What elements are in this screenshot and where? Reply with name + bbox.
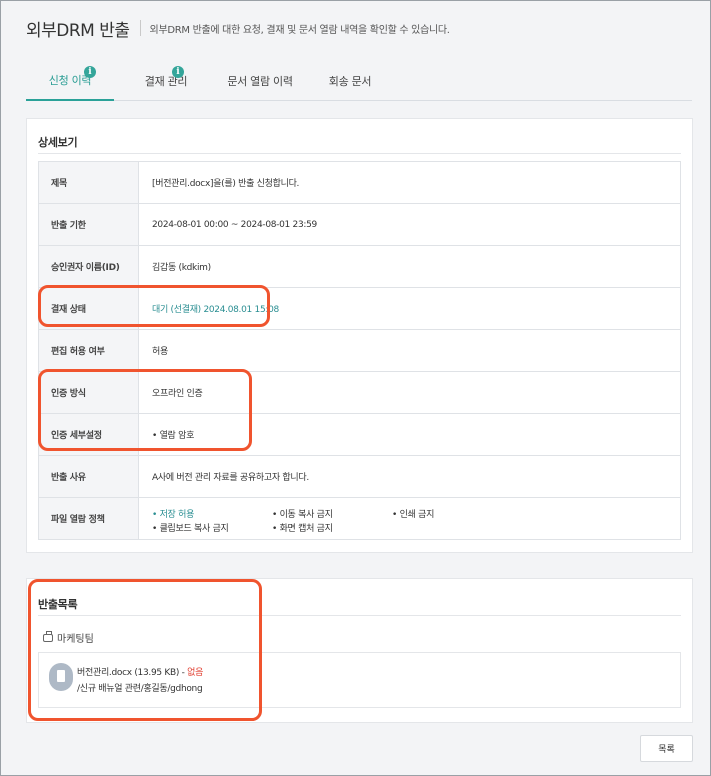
tab-label: 문서 열람 이력 [227, 74, 293, 88]
file-item[interactable]: 버전관리.docx (13.95 KB) - 없음 /신규 배뉴얼 관련/홍길동… [38, 652, 681, 708]
department-label: 마케팅팀 [43, 630, 94, 645]
tab-document-view-history[interactable]: 문서 열람 이력 [210, 60, 310, 101]
tab-returned-documents[interactable]: 회송 문서 [310, 60, 390, 101]
page-header: 외부DRM 반출 외부DRM 반출에 대한 요청, 결재 및 문서 열람 내역을… [26, 16, 450, 41]
row-key: 결재 상태 [38, 287, 139, 330]
table-row: 반출 사유 A사에 버전 관리 자료를 공유하고자 합니다. [38, 455, 681, 498]
document-icon [49, 663, 73, 691]
info-icon: i [84, 66, 96, 78]
policy-move-copy: • 이동 복사 금지 [272, 509, 333, 520]
table-row: 제목 [버전관리.docx]을(를) 반출 신청합니다. [38, 161, 681, 204]
header-divider [139, 20, 141, 36]
detail-title: 상세보기 [38, 136, 78, 149]
tab-bar: 신청 이력 i 결재 관리 i 문서 열람 이력 회송 문서 [26, 60, 692, 101]
department-name: 마케팅팀 [57, 634, 94, 645]
file-status: 없음 [187, 668, 204, 678]
export-list-title: 반출목록 [38, 598, 78, 611]
row-value: 오프라인 인증 [138, 371, 681, 414]
page-description: 외부DRM 반출에 대한 요청, 결재 및 문서 열람 내역을 확인할 수 있습… [149, 24, 450, 36]
policy-cell: • 저장 허용 • 이동 복사 금지 • 인쇄 금지 • 클립보드 복사 금지 … [138, 497, 681, 540]
row-value: 김갑동 (kdkim) [138, 245, 681, 288]
row-key: 제목 [38, 161, 139, 204]
page-title: 외부DRM 반출 [26, 20, 130, 41]
row-value: A사에 버전 관리 자료를 공유하고자 합니다. [138, 455, 681, 498]
file-name: 버전관리.docx (13.95 KB) - [77, 668, 188, 678]
row-key: 편집 허용 여부 [38, 329, 139, 372]
table-row: 반출 기한 2024-08-01 00:00 ~ 2024-08-01 23:5… [38, 203, 681, 246]
printer-icon [43, 630, 53, 642]
row-key: 승인권자 이름(ID) [38, 245, 139, 288]
row-key: 반출 기한 [38, 203, 139, 246]
policy-list: • 저장 허용 • 이동 복사 금지 • 인쇄 금지 • 클립보드 복사 금지 … [152, 504, 680, 534]
row-key: 인증 방식 [38, 371, 139, 414]
detail-divider [38, 153, 681, 154]
table-row: 인증 세부설정 • 열람 암호 [38, 413, 681, 456]
row-key: 파일 열람 정책 [38, 497, 139, 540]
detail-table: 제목 [버전관리.docx]을(를) 반출 신청합니다. 반출 기한 2024-… [38, 161, 681, 540]
table-row: 승인권자 이름(ID) 김갑동 (kdkim) [38, 245, 681, 288]
policy-print: • 인쇄 금지 [392, 509, 435, 520]
approval-status-value: 대기 (선결재) 2024.08.01 15:08 [138, 287, 681, 330]
tab-approval-management[interactable]: 결재 관리 [122, 60, 210, 101]
file-path: /신규 배뉴얼 관련/홍길동/gdhong [77, 684, 203, 694]
table-row: 결재 상태 대기 (선결재) 2024.08.01 15:08 [38, 287, 681, 330]
row-value: • 열람 암호 [138, 413, 681, 456]
row-key: 반출 사유 [38, 455, 139, 498]
row-value: [버전관리.docx]을(를) 반출 신청합니다. [138, 161, 681, 204]
info-icon: i [172, 66, 184, 78]
list-button[interactable]: 목록 [640, 735, 693, 762]
file-name-line: 버전관리.docx (13.95 KB) - 없음 [77, 665, 203, 678]
policy-capture: • 화면 캡처 금지 [272, 523, 333, 534]
table-row: 파일 열람 정책 • 저장 허용 • 이동 복사 금지 • 인쇄 금지 • 클립… [38, 497, 681, 540]
table-row: 편집 허용 여부 허용 [38, 329, 681, 372]
policy-clipboard: • 클립보드 복사 금지 [152, 523, 229, 534]
row-value: 2024-08-01 00:00 ~ 2024-08-01 23:59 [138, 203, 681, 246]
export-list-divider [38, 615, 681, 616]
tab-label: 회송 문서 [328, 74, 372, 88]
policy-save: • 저장 허용 [152, 509, 195, 520]
table-row: 인증 방식 오프라인 인증 [38, 371, 681, 414]
row-value: 허용 [138, 329, 681, 372]
tab-request-history[interactable]: 신청 이력 [26, 60, 114, 101]
row-key: 인증 세부설정 [38, 413, 139, 456]
